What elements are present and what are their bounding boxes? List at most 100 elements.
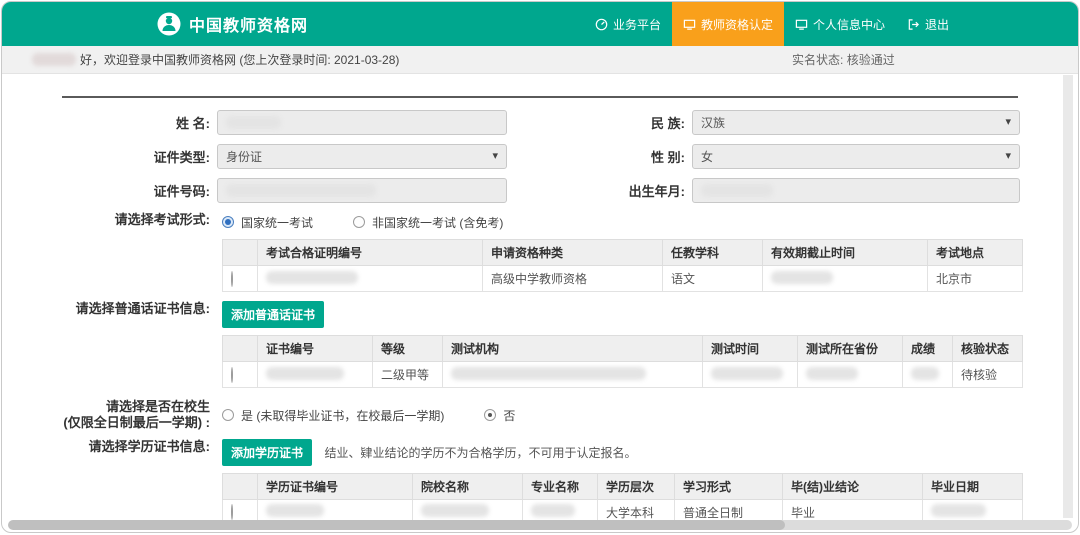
exam-form-label: 请选择考试形式: bbox=[60, 212, 217, 292]
nav-label: 业务平台 bbox=[613, 16, 661, 33]
cell-cert-number bbox=[258, 266, 483, 292]
nav-logout[interactable]: 退出 bbox=[896, 2, 960, 46]
col-header: 申请资格种类 bbox=[483, 240, 663, 266]
cell-major bbox=[523, 499, 598, 522]
education-section: 请选择学历证书信息: 添加学历证书 结业、肄业结论的学历不为合格学历，不可用于认… bbox=[60, 439, 1020, 523]
form-top-divider bbox=[62, 96, 1018, 98]
main-content: 姓 名: 民 族: 汉族 证件类型: 身份证 性 别: 女 证件号码: 出生年月… bbox=[2, 74, 1078, 522]
ethnicity-label: 民 族: bbox=[542, 113, 692, 132]
id-type-select[interactable]: 身份证 bbox=[217, 144, 507, 169]
horizontal-scrollbar[interactable] bbox=[8, 520, 1072, 530]
education-note: 结业、肄业结论的学历不为合格学历，不可用于认定报名。 bbox=[324, 446, 636, 460]
col-header bbox=[223, 336, 258, 362]
cell-verify-status: 待核验 bbox=[953, 362, 1023, 388]
education-row-radio[interactable] bbox=[231, 504, 233, 520]
col-header: 核验状态 bbox=[953, 336, 1023, 362]
col-header: 专业名称 bbox=[523, 473, 598, 499]
exam-row-radio[interactable] bbox=[231, 271, 233, 287]
vertical-scrollbar[interactable] bbox=[1063, 75, 1073, 518]
nav-label: 教师资格认定 bbox=[701, 16, 773, 33]
horizontal-scrollbar-thumb[interactable] bbox=[8, 520, 785, 530]
cell-school bbox=[413, 499, 523, 522]
main-nav: 业务平台 教师资格认定 个人信息中心 退出 bbox=[584, 2, 960, 46]
radio-non-national-exam[interactable] bbox=[353, 216, 365, 228]
mandarin-cert-table: 证书编号 等级 测试机构 测试时间 测试所在省份 成绩 核验状态 二级甲等 bbox=[222, 335, 1023, 388]
nav-business-platform[interactable]: 业务平台 bbox=[584, 2, 672, 46]
col-header bbox=[223, 473, 258, 499]
cell-cert-number bbox=[258, 499, 413, 522]
birth-field[interactable] bbox=[692, 178, 1020, 203]
name-label: 姓 名: bbox=[60, 113, 217, 132]
brand-person-icon bbox=[157, 12, 181, 36]
col-header: 成绩 bbox=[903, 336, 953, 362]
current-student-section: 请选择是否在校生 (仅限全日制最后一学期) : 是 (未取得毕业证书，在校最后一… bbox=[60, 399, 1020, 432]
cell-edu-level: 大学本科 bbox=[598, 499, 675, 522]
col-header: 考试地点 bbox=[928, 240, 1023, 266]
col-header: 有效期截止时间 bbox=[763, 240, 928, 266]
col-header: 任教学科 bbox=[663, 240, 763, 266]
option-label: 是 (未取得毕业证书，在校最后一学期) bbox=[241, 407, 444, 424]
col-header: 院校名称 bbox=[413, 473, 523, 499]
mandarin-label: 请选择普通话证书信息: bbox=[60, 301, 217, 388]
current-student-label: 请选择是否在校生 (仅限全日制最后一学期) : bbox=[60, 399, 217, 432]
radio-student-no[interactable] bbox=[484, 409, 496, 421]
nav-teacher-certification[interactable]: 教师资格认定 bbox=[672, 2, 784, 46]
page: 中国教师资格网 业务平台 教师资格认定 个人信息中心 退出 好，欢 bbox=[1, 1, 1079, 533]
education-cert-table: 学历证书编号 院校名称 专业名称 学历层次 学习形式 毕(结)业结论 毕业日期 … bbox=[222, 473, 1023, 523]
cell-test-province bbox=[798, 362, 903, 388]
col-header: 考试合格证明编号 bbox=[258, 240, 483, 266]
cell-location: 北京市 bbox=[928, 266, 1023, 292]
logout-icon bbox=[907, 18, 920, 31]
table-row: 高级中学教师资格 语文 北京市 bbox=[223, 266, 1023, 292]
option-label: 否 bbox=[503, 407, 515, 424]
brand-title: 中国教师资格网 bbox=[189, 12, 308, 36]
table-row: 二级甲等 待核验 bbox=[223, 362, 1023, 388]
col-header: 测试机构 bbox=[443, 336, 703, 362]
birth-label: 出生年月: bbox=[542, 181, 692, 200]
col-header: 学历证书编号 bbox=[258, 473, 413, 499]
redacted-username bbox=[32, 53, 76, 66]
cell-subject: 语文 bbox=[663, 266, 763, 292]
gender-select[interactable]: 女 bbox=[692, 144, 1020, 169]
exam-form-section: 请选择考试形式: 国家统一考试 非国家统一考试 (含免考) 考试合格证明编号 申… bbox=[60, 212, 1020, 292]
id-number-field[interactable] bbox=[217, 178, 507, 203]
radio-student-yes[interactable] bbox=[222, 409, 234, 421]
nav-personal-info-center[interactable]: 个人信息中心 bbox=[784, 2, 896, 46]
cell-valid-until bbox=[763, 266, 928, 292]
cell-study-form: 普通全日制 bbox=[675, 499, 783, 522]
id-type-label: 证件类型: bbox=[60, 147, 217, 166]
realname-status: 实名状态: 核验通过 bbox=[792, 51, 895, 68]
top-header: 中国教师资格网 业务平台 教师资格认定 个人信息中心 退出 bbox=[2, 2, 1078, 46]
dashboard-icon bbox=[595, 18, 608, 31]
cell-score bbox=[903, 362, 953, 388]
add-mandarin-cert-button[interactable]: 添加普通话证书 bbox=[222, 301, 324, 328]
cell-conclusion: 毕业 bbox=[783, 499, 923, 522]
monitor-icon bbox=[795, 18, 808, 31]
option-label: 国家统一考试 bbox=[241, 214, 313, 231]
col-header: 等级 bbox=[373, 336, 443, 362]
col-header: 学历层次 bbox=[598, 473, 675, 499]
mandarin-row-radio[interactable] bbox=[231, 367, 233, 383]
col-header: 测试时间 bbox=[703, 336, 798, 362]
cell-cert-number bbox=[258, 362, 373, 388]
cell-test-time bbox=[703, 362, 798, 388]
col-header: 学习形式 bbox=[675, 473, 783, 499]
gender-label: 性 别: bbox=[542, 147, 692, 166]
name-field[interactable] bbox=[217, 110, 507, 135]
add-education-cert-button[interactable]: 添加学历证书 bbox=[222, 439, 312, 466]
table-row: 大学本科 普通全日制 毕业 bbox=[223, 499, 1023, 522]
radio-national-exam[interactable] bbox=[222, 216, 234, 228]
cell-test-org bbox=[443, 362, 703, 388]
nav-label: 退出 bbox=[925, 16, 949, 33]
col-header: 证书编号 bbox=[258, 336, 373, 362]
brand: 中国教师资格网 bbox=[157, 12, 308, 36]
cell-grad-date bbox=[923, 499, 1023, 522]
current-student-options: 是 (未取得毕业证书，在校最后一学期) 否 bbox=[222, 405, 515, 425]
status-value: 核验通过 bbox=[847, 53, 895, 67]
id-number-label: 证件号码: bbox=[60, 181, 217, 200]
cell-qualification: 高级中学教师资格 bbox=[483, 266, 663, 292]
col-header: 毕业日期 bbox=[923, 473, 1023, 499]
exam-certificate-table: 考试合格证明编号 申请资格种类 任教学科 有效期截止时间 考试地点 高级中学教师… bbox=[222, 239, 1023, 292]
ethnicity-select[interactable]: 汉族 bbox=[692, 110, 1020, 135]
greeting-bar: 好，欢迎登录中国教师资格网 (您上次登录时间: 2021-03-28) 实名状态… bbox=[2, 46, 1078, 74]
